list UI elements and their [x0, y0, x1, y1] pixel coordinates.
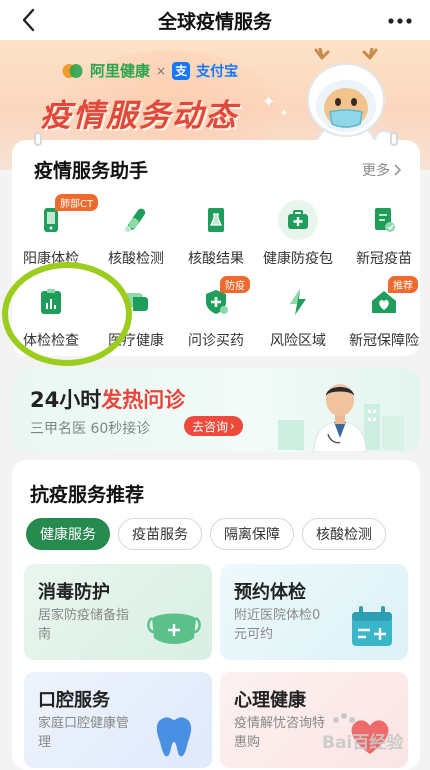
brand-alipay: 支付宝 — [196, 63, 239, 80]
top-nav-bar: 全球疫情服务 — [0, 0, 430, 40]
watermark-text: Bai百经验 — [322, 732, 404, 753]
service-item-covid-insurance[interactable]: 推荐 新冠保障险 — [343, 276, 425, 356]
tile-title: 预约体检 — [234, 582, 306, 603]
service-item-vaccine[interactable]: 新冠疫苗 — [343, 198, 425, 274]
card-pin — [34, 132, 42, 146]
tile-title: 心理健康 — [234, 690, 306, 711]
service-badge: 防疫 — [220, 276, 250, 293]
doctor-portrait-illustration — [313, 384, 367, 452]
tab-vaccine-service[interactable]: 疫苗服务 — [118, 518, 202, 550]
recommend-title: 抗疫服务推荐 — [30, 484, 145, 506]
tile-oral-service[interactable]: 口腔服务 家庭口腔健康管理 — [24, 672, 212, 768]
service-badge: 推荐 — [388, 276, 418, 293]
consult-title: 24小时发热问诊 — [30, 384, 185, 414]
vaccine-doc-icon — [366, 202, 402, 238]
service-item-nat-test[interactable]: 核酸检测 — [95, 198, 177, 274]
more-link-label: 更多 — [362, 163, 390, 179]
shield-plus-icon: 防疫 — [198, 276, 250, 320]
sparkle-icon: ✦ — [280, 108, 289, 119]
fever-consult-banner[interactable]: 24小时发热问诊 三甲名医 60秒接诊 去咨询 › — [12, 368, 420, 452]
tooth-icon — [156, 717, 192, 757]
chevron-right-icon — [394, 164, 402, 176]
sparkle-icon: ✦ — [262, 92, 276, 111]
tile-desc: 居家防疫储备指南 — [38, 608, 130, 642]
service-label: 核酸检测 — [108, 251, 164, 267]
highlight-ring-annotation — [2, 262, 132, 366]
service-label: 风险区域 — [270, 333, 326, 349]
tile-desc: 附近医院体检0元可约 — [234, 608, 321, 642]
tile-disinfection[interactable]: 消毒防护 居家防疫储备指南 — [24, 564, 212, 660]
service-label: 问诊买药 — [188, 333, 244, 349]
chevron-right-icon: › — [230, 419, 235, 433]
card-pin — [390, 132, 398, 146]
tab-nat-test[interactable]: 核酸检测 — [302, 518, 386, 550]
tile-desc: 疫情解忧咨询特惠购 — [234, 716, 326, 750]
consult-title-highlight: 发热问诊 — [101, 388, 186, 412]
lightning-icon — [280, 284, 316, 320]
consult-button-label: 去咨询 — [192, 419, 229, 434]
phone-check-icon: 肺部CT — [33, 194, 99, 238]
chevron-left-icon[interactable] — [16, 6, 44, 34]
tab-quarantine[interactable]: 隔离保障 — [210, 518, 294, 550]
tile-title: 消毒防护 — [38, 582, 110, 603]
service-label: 新冠疫苗 — [356, 251, 412, 267]
service-label: 健康防疫包 — [263, 251, 333, 267]
service-item-health-kit[interactable]: 健康防疫包 — [257, 198, 339, 274]
service-label: 新冠保障险 — [349, 333, 419, 349]
home-heart-icon: 推荐 — [366, 276, 418, 320]
baidu-watermark: Bai百经验 — [322, 713, 404, 753]
recommend-tabs: 健康服务 疫苗服务 隔离保障 核酸检测 — [26, 518, 386, 550]
service-item-consult-medicine[interactable]: 防疫 问诊买药 — [175, 276, 257, 356]
medkit-icon — [278, 200, 318, 240]
more-dots-icon[interactable] — [386, 6, 414, 34]
service-badge: 肺部CT — [55, 194, 99, 211]
service-item-nat-result[interactable]: 核酸结果 — [175, 198, 257, 274]
tile-book-checkup[interactable]: 预约体检 附近医院体检0元可约 — [220, 564, 408, 660]
alipay-logo-icon: 支 — [172, 61, 191, 80]
calendar-plus-icon — [352, 606, 392, 646]
consult-title-prefix: 24小时 — [30, 388, 102, 412]
tab-health-service[interactable]: 健康服务 — [26, 518, 110, 550]
brand-ali-health: 阿里健康 — [90, 62, 151, 80]
assistant-title: 疫情服务助手 — [34, 160, 149, 182]
report-flask-icon — [198, 202, 234, 238]
test-tube-icon — [118, 202, 154, 238]
service-label: 核酸结果 — [188, 251, 244, 267]
brand-separator: × — [156, 63, 167, 78]
consult-button[interactable]: 去咨询 › — [184, 416, 243, 436]
ali-health-leaf-icon — [62, 63, 83, 78]
consult-subtitle: 三甲名医 60秒接诊 — [30, 421, 151, 437]
tile-desc: 家庭口腔健康管理 — [38, 716, 130, 750]
page-title: 全球疫情服务 — [157, 10, 272, 33]
brand-row: 阿里健康 × 支 支付宝 — [62, 60, 238, 81]
banner-headline: 疫情服务动态 — [40, 98, 238, 134]
mask-icon — [147, 613, 201, 644]
service-item-risk-area[interactable]: 风险区域 — [257, 280, 339, 356]
more-link[interactable]: 更多 — [362, 160, 402, 180]
tile-title: 口腔服务 — [38, 690, 110, 711]
